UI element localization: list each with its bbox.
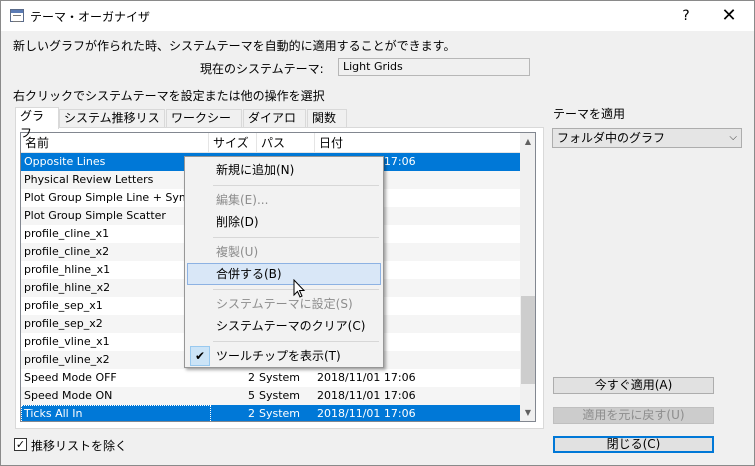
row-name: profile_sep_x1 xyxy=(24,299,103,312)
row-name: Physical Review Letters xyxy=(24,173,154,186)
column-header-size[interactable]: サイズ xyxy=(209,133,257,153)
row-size: 5 xyxy=(248,389,255,402)
instruction-text: 右クリックでシステムテーマを設定または他の操作を選択 xyxy=(13,89,325,103)
chevron-down-icon: ⌵ xyxy=(729,132,737,143)
row-name: Plot Group Simple Line + Symbol xyxy=(24,191,207,204)
row-name: profile_hline_x1 xyxy=(24,263,111,276)
row-name: Opposite Lines xyxy=(24,155,106,168)
menu-item-merge[interactable]: 合併する(B) xyxy=(187,263,381,285)
menu-item-add-new[interactable]: 新規に追加(N) xyxy=(187,159,381,181)
apply-target-select[interactable]: フォルダ中のグラフ ⌵ xyxy=(552,128,742,148)
row-date: 2018/11/01 17:06 xyxy=(317,389,416,402)
exclude-history-checkbox[interactable]: ✓ xyxy=(14,438,27,451)
current-theme-field: Light Grids xyxy=(338,58,530,76)
context-menu: 新規に追加(N) 編集(E)... 削除(D) 複製(U) 合併する(B) シス… xyxy=(184,156,384,368)
mouse-cursor-icon xyxy=(293,279,306,298)
row-date: 2018/11/01 17:06 xyxy=(317,371,416,384)
row-name: profile_vline_x1 xyxy=(24,335,110,348)
app-icon xyxy=(10,9,24,22)
row-name: Ticks All In xyxy=(24,407,83,420)
row-name: Plot Group Simple Scatter xyxy=(24,209,166,222)
window-title: テーマ・オーガナイザ xyxy=(30,10,151,24)
row-name: Speed Mode ON xyxy=(24,389,113,402)
description-text: 新しいグラフが作られた時、システムテーマを自動的に適用することができます。 xyxy=(13,39,456,53)
row-path: System xyxy=(259,407,301,420)
menu-separator xyxy=(213,341,379,342)
row-size: 2 xyxy=(248,371,255,384)
close-button[interactable]: 閉じる(C) xyxy=(553,436,714,453)
row-size: 2 xyxy=(248,407,255,420)
tab-function[interactable]: 関数 xyxy=(307,109,347,128)
row-name: profile_cline_x1 xyxy=(24,227,110,240)
row-path: System xyxy=(259,371,301,384)
scroll-thumb[interactable] xyxy=(521,296,535,384)
tab-worksheet[interactable]: ワークシート xyxy=(166,109,242,142)
exclude-history-label: 推移リストを除く xyxy=(31,439,128,453)
apply-target-value: フォルダ中のグラフ xyxy=(557,131,666,145)
menu-item-show-tooltip[interactable]: ✔ ツールチップを表示(T) xyxy=(187,345,381,367)
apply-theme-label: テーマを適用 xyxy=(553,107,626,121)
menu-item-show-tooltip-label: ツールチップを表示(T) xyxy=(216,349,341,363)
row-name: profile_vline_x2 xyxy=(24,353,110,366)
current-theme-label: 現在のシステムテーマ: xyxy=(200,62,324,76)
tab-dialog[interactable]: ダイアログ xyxy=(243,109,306,142)
table-row[interactable]: Ticks All In 2 System 2018/11/01 17:06 xyxy=(21,405,520,421)
menu-separator xyxy=(213,185,379,186)
menu-separator xyxy=(213,237,379,238)
column-header-path[interactable]: パス xyxy=(257,133,315,153)
menu-item-clear-system-theme[interactable]: システムテーマのクリア(C) xyxy=(187,315,381,337)
scroll-up-icon[interactable]: ▲ xyxy=(520,133,535,150)
column-header-name[interactable]: 名前 xyxy=(21,133,209,153)
row-name: profile_sep_x2 xyxy=(24,317,103,330)
help-button[interactable]: ? xyxy=(673,5,699,27)
row-path: System xyxy=(259,389,301,402)
table-row[interactable]: Speed Mode OFF 2 System 2018/11/01 17:06 xyxy=(21,369,520,387)
row-name: profile_hline_x2 xyxy=(24,281,111,294)
row-name: Speed Mode OFF xyxy=(24,371,117,384)
column-header-date[interactable]: 日付 xyxy=(315,133,520,153)
menu-item-duplicate[interactable]: 複製(U) xyxy=(187,241,381,263)
check-icon: ✔ xyxy=(190,346,210,366)
row-date: 2018/11/01 17:06 xyxy=(317,407,416,420)
theme-organizer-dialog: テーマ・オーガナイザ ? ✕ 新しいグラフが作られた時、システムテーマを自動的に… xyxy=(0,0,755,466)
close-window-button[interactable]: ✕ xyxy=(711,5,747,27)
vertical-scrollbar[interactable]: ▲ ▼ xyxy=(520,133,535,421)
menu-item-set-system-theme[interactable]: システムテーマに設定(S) xyxy=(187,293,381,315)
table-row[interactable]: Speed Mode ON 5 System 2018/11/01 17:06 xyxy=(21,387,520,405)
tab-graph[interactable]: グラフ xyxy=(15,107,59,140)
row-name: profile_cline_x2 xyxy=(24,245,110,258)
menu-item-edit[interactable]: 編集(E)... xyxy=(187,189,381,211)
list-header: 名前 サイズ パス 日付 xyxy=(21,133,521,153)
scroll-down-icon[interactable]: ▼ xyxy=(520,404,535,421)
title-bar: テーマ・オーガナイザ ? ✕ xyxy=(1,1,754,31)
undo-apply-button[interactable]: 適用を元に戻す(U) xyxy=(553,407,714,424)
apply-now-button[interactable]: 今すぐ適用(A) xyxy=(553,377,714,394)
menu-item-delete[interactable]: 削除(D) xyxy=(187,211,381,233)
tab-system-history[interactable]: システム推移リスト xyxy=(59,109,165,142)
